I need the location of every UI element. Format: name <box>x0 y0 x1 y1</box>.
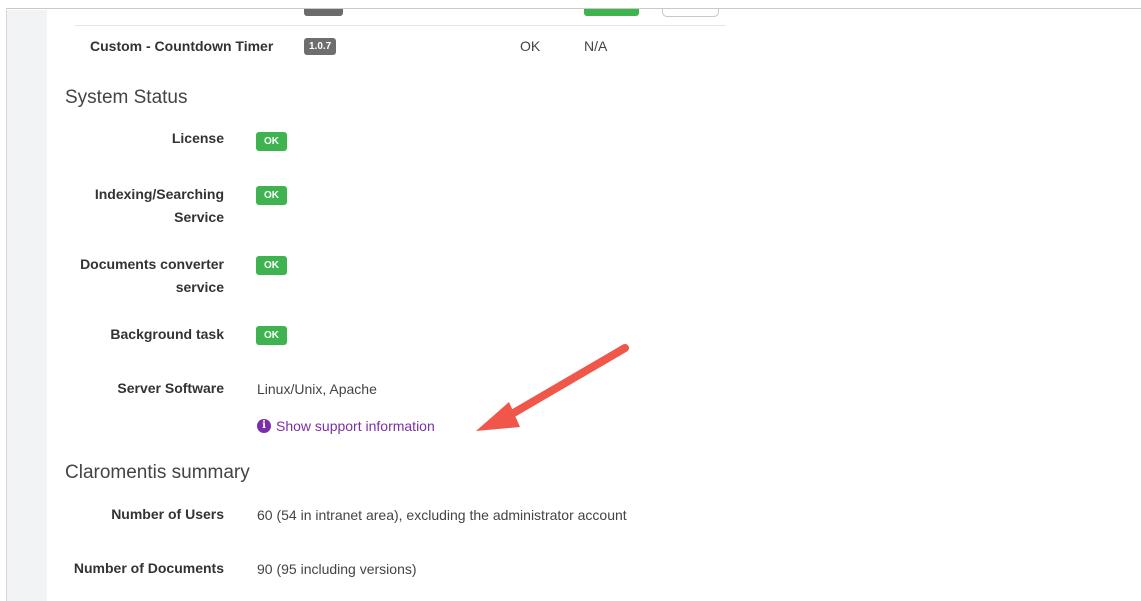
screenshot-frame: Custom - Countdown Timer 1.0.7 OK N/A Sy… <box>0 0 1141 601</box>
annotation-arrow-icon <box>476 344 629 431</box>
